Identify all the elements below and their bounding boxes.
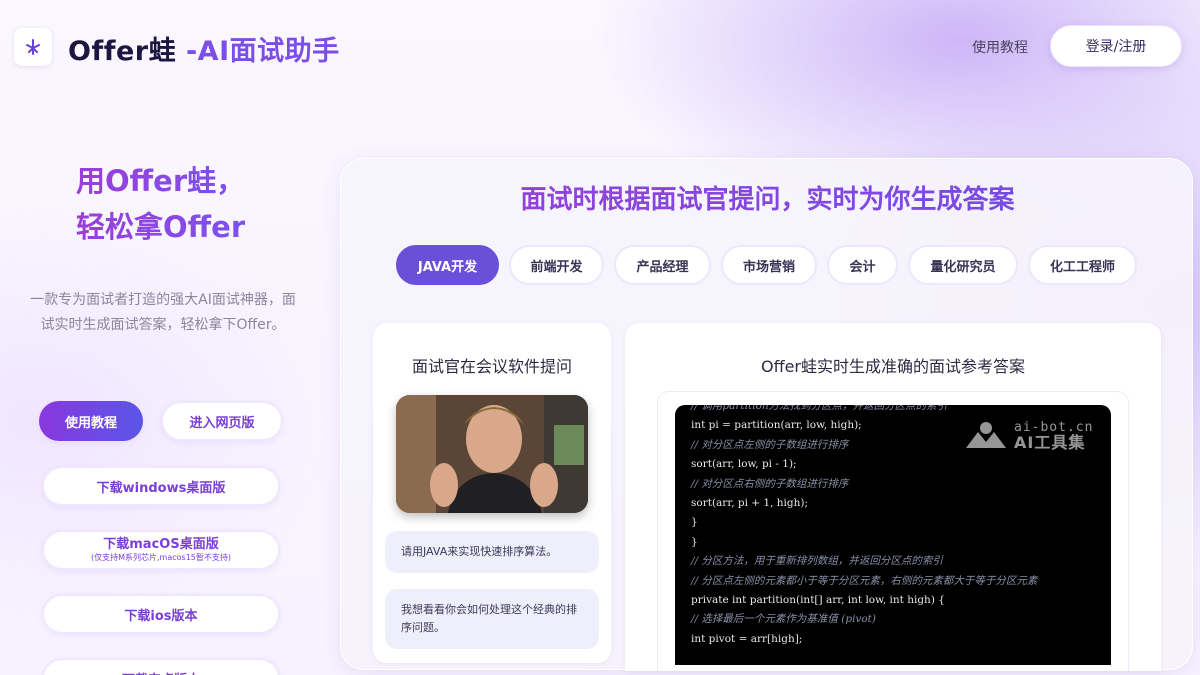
download-ios-button[interactable]: 下载ios版本 xyxy=(42,594,280,634)
interviewer-video-frame xyxy=(396,395,588,513)
tab-marketing[interactable]: 市场营销 xyxy=(721,245,817,285)
frog-logo-icon xyxy=(26,39,40,55)
tutorial-button[interactable]: 使用教程 xyxy=(39,401,143,441)
web-version-button[interactable]: 进入网页版 xyxy=(161,401,283,441)
tab-frontend[interactable]: 前端开发 xyxy=(509,245,604,285)
download-macos-button[interactable]: 下载macOS桌面版 (仅支持M系列芯片,macos15暂不支持) xyxy=(42,530,280,570)
code-line: // 调用partition方法找到分区点，并返回分区点的索引 xyxy=(691,405,948,412)
brand-suffix: -AI面试助手 xyxy=(176,36,340,67)
code-line: sort(arr, low, pi - 1); xyxy=(691,458,797,471)
tab-accounting[interactable]: 会计 xyxy=(827,245,898,285)
brand-name: Offer蛙 xyxy=(68,36,177,67)
tab-product-manager[interactable]: 产品经理 xyxy=(614,245,711,285)
code-line: int pivot = arr[high]; xyxy=(691,632,803,645)
interviewer-card: 面试官在会议软件提问 请用JAVA来实现快速排序算法。 我想看看你会如何处理这个… xyxy=(373,323,611,663)
code-line: private int partition(int[] arr, int low… xyxy=(691,593,945,606)
demo-panel: 面试时根据面试官提问，实时为你生成答案 JAVA开发 前端开发 产品经理 市场营… xyxy=(340,158,1194,671)
login-register-button[interactable]: 登录/注册 xyxy=(1050,25,1182,67)
interviewer-video[interactable] xyxy=(396,395,588,513)
code-line: } xyxy=(691,516,698,529)
tab-java[interactable]: JAVA开发 xyxy=(396,245,499,285)
code-line: // 分区点左侧的元素都小于等于分区元素，右侧的元素都大于等于分区元素 xyxy=(691,574,1038,587)
watermark-logo-icon xyxy=(966,422,1006,448)
answer-card-title: Offer蛙实时生成准确的面试参考答案 xyxy=(760,357,1026,376)
interviewer-card-title: 面试官在会议软件提问 xyxy=(411,357,572,376)
hero-title-line2: 轻松拿Offer xyxy=(76,210,246,244)
code-line: sort(arr, pi + 1, high); xyxy=(691,496,809,509)
code-line: // 选择最后一个元素作为基准值 (pivot) xyxy=(691,613,876,626)
app-logo[interactable] xyxy=(14,28,52,66)
download-windows-button[interactable]: 下载windows桌面版 xyxy=(42,466,280,506)
watermark: ai-bot.cn AI工具集 xyxy=(964,420,1093,452)
download-macos-label: 下载macOS桌面版 xyxy=(103,537,219,552)
answer-card: Offer蛙实时生成准确的面试参考答案 // 调用partition方法找到分区… xyxy=(625,323,1161,671)
role-tabs: JAVA开发 前端开发 产品经理 市场营销 会计 量化研究员 化工工程师 xyxy=(341,245,1194,285)
tab-quant-researcher[interactable]: 量化研究员 xyxy=(908,245,1018,285)
watermark-name: AI工具集 xyxy=(1014,433,1086,452)
brand-title: Offer蛙 -AI面试助手 xyxy=(68,29,340,68)
question-bubble-1: 请用JAVA来实现快速排序算法。 xyxy=(385,531,599,573)
panel-title: 面试时根据面试官提问，实时为你生成答案 xyxy=(341,179,1194,216)
code-line: } xyxy=(691,535,698,548)
hero-title: 用Offer蛙， 轻松拿Offer xyxy=(76,158,245,250)
code-line: // 分区方法，用于重新排列数组，并返回分区点的索引 xyxy=(691,555,943,568)
question-bubble-2: 我想看看你会如何处理这个经典的排序问题。 xyxy=(385,589,599,649)
macos-support-note: (仅支持M系列芯片,macos15暂不支持) xyxy=(90,553,232,562)
tab-chemical-engineer[interactable]: 化工工程师 xyxy=(1028,245,1137,285)
code-line: // 对分区点右侧的子数组进行排序 xyxy=(691,477,849,490)
download-more-button[interactable]: 下载安卓版本 xyxy=(42,658,280,675)
hero-description: 一款专为面试者打造的强大AI面试神器，面试实时生成面试答案，轻松拿下Offer。 xyxy=(30,292,296,333)
hero-title-line1: 用Offer蛙， xyxy=(76,164,246,198)
nav-tutorial-link[interactable]: 使用教程 xyxy=(972,37,1028,57)
